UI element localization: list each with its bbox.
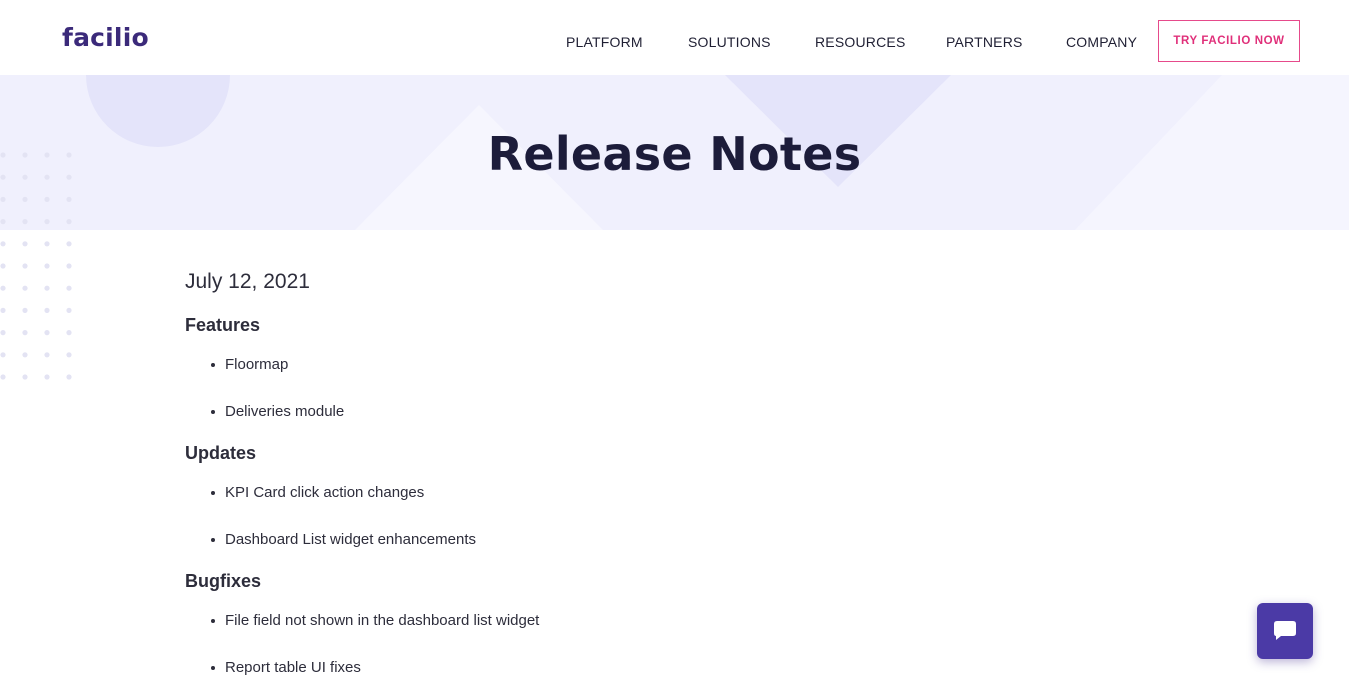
- list-item: Dashboard List widget enhancements: [185, 531, 1085, 548]
- decorative-dot: [0, 219, 6, 225]
- list-item: Deliveries module: [185, 403, 1085, 420]
- decorative-dot: [44, 241, 50, 247]
- decorative-dot: [44, 263, 50, 269]
- decorative-dot: [22, 330, 28, 336]
- decorative-dot: [0, 285, 6, 291]
- decorative-dot: [66, 330, 72, 336]
- decorative-dot: [44, 307, 50, 313]
- decorative-dot: [22, 219, 28, 225]
- decorative-dot: [66, 241, 72, 247]
- facilio-logo[interactable]: facilio: [62, 23, 149, 52]
- section-title-features: Features: [185, 315, 261, 335]
- decorative-dot: [66, 374, 72, 380]
- nav-item-solutions[interactable]: SOLUTIONS: [688, 34, 771, 50]
- decorative-dot: [0, 174, 6, 180]
- decorative-dot: [44, 219, 50, 225]
- decorative-dot: [22, 263, 28, 269]
- bugfixes-list: File field not shown in the dashboard li…: [185, 612, 1085, 676]
- decorative-dot: [0, 352, 6, 358]
- decorative-dot: [44, 174, 50, 180]
- decorative-dot: [0, 307, 6, 313]
- nav-item-platform[interactable]: PLATFORM: [566, 34, 643, 50]
- chat-widget-button[interactable]: [1257, 603, 1313, 659]
- decorative-dot: [0, 241, 6, 247]
- decorative-dot: [66, 152, 72, 158]
- release-date: July 12, 2021: [185, 270, 310, 293]
- decorative-dot: [44, 352, 50, 358]
- release-notes-content: July 12, 2021 Features Floormap Deliveri…: [185, 268, 1085, 695]
- decorative-dot: [66, 285, 72, 291]
- decorative-dot: [66, 196, 72, 202]
- hero-banner: Release Notes: [0, 75, 1349, 230]
- list-item: File field not shown in the dashboard li…: [185, 612, 1085, 629]
- list-item: Floormap: [185, 356, 1085, 373]
- decorative-dot: [22, 241, 28, 247]
- decorative-dot: [0, 196, 6, 202]
- decorative-dot: [66, 219, 72, 225]
- features-list: Floormap Deliveries module: [185, 356, 1085, 420]
- decorative-dot: [0, 263, 6, 269]
- decorative-dot: [66, 307, 72, 313]
- list-item: KPI Card click action changes: [185, 484, 1085, 501]
- decorative-dot: [0, 374, 6, 380]
- try-facilio-now-button[interactable]: TRY FACILIO NOW: [1158, 20, 1300, 62]
- decorative-dot: [22, 174, 28, 180]
- chat-bubble-icon: [1274, 621, 1296, 640]
- section-title-updates: Updates: [185, 443, 257, 463]
- updates-list: KPI Card click action changes Dashboard …: [185, 484, 1085, 548]
- section-title-bugfixes: Bugfixes: [185, 571, 262, 591]
- dot-grid-decoration: [0, 152, 72, 380]
- nav-item-resources[interactable]: RESOURCES: [815, 34, 905, 50]
- decorative-dot: [22, 285, 28, 291]
- decorative-dot: [44, 152, 50, 158]
- list-item: Report table UI fixes: [185, 659, 1085, 676]
- decorative-dot: [44, 330, 50, 336]
- decorative-dot: [0, 330, 6, 336]
- decorative-dot: [66, 174, 72, 180]
- decorative-dot: [44, 374, 50, 380]
- top-navbar: facilio PLATFORM SOLUTIONS RESOURCES PAR…: [0, 0, 1349, 75]
- decorative-dot: [44, 285, 50, 291]
- decorative-dot: [66, 263, 72, 269]
- decorative-dot: [44, 196, 50, 202]
- nav-item-partners[interactable]: PARTNERS: [946, 34, 1023, 50]
- decorative-dot: [0, 152, 6, 158]
- page-title: Release Notes: [487, 127, 862, 181]
- decorative-dot: [22, 374, 28, 380]
- nav-item-company[interactable]: COMPANY: [1066, 34, 1137, 50]
- decorative-dot: [22, 152, 28, 158]
- decorative-dot: [66, 352, 72, 358]
- decorative-dot: [22, 196, 28, 202]
- decorative-dot: [22, 352, 28, 358]
- decorative-dot: [22, 307, 28, 313]
